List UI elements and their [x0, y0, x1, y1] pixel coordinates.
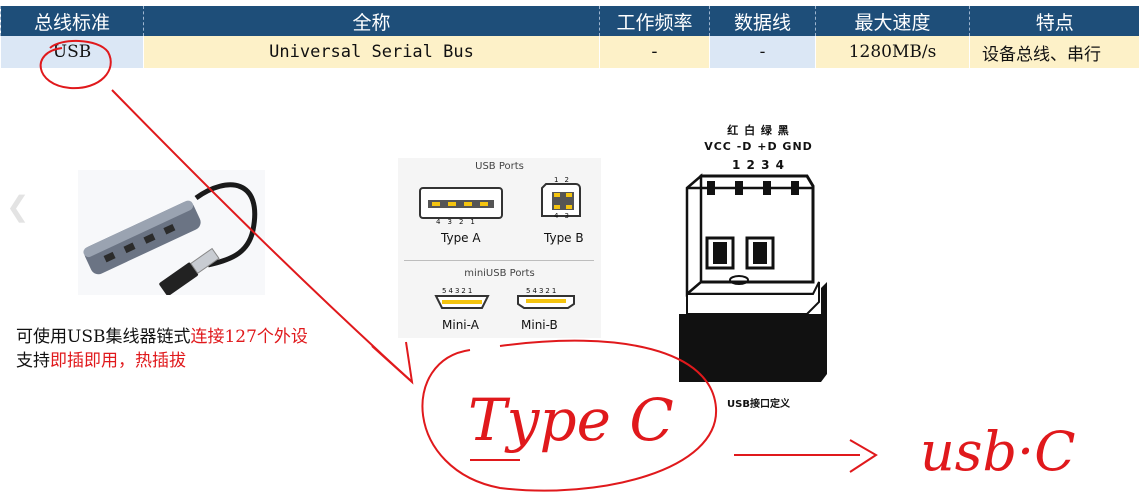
bus-standard-table: 总线标准 全称 工作频率 数据线 最大速度 特点 USB Universal S…	[0, 6, 1139, 68]
note-line-2-highlight: 即插即用，热插拔	[50, 351, 186, 371]
note-line-1: 可使用USB集线器链式连接127个外设	[16, 322, 308, 347]
mini-usb-ports-title: miniUSB Ports	[464, 268, 535, 279]
cell-full-name: Universal Serial Bus	[143, 36, 600, 68]
note-line-1-text: 可使用USB集线器链式	[16, 327, 191, 347]
mini-a-pin: 1	[467, 287, 475, 295]
type-a-pin: 1	[470, 218, 482, 226]
cell-frequency: -	[599, 36, 710, 68]
previous-slide-icon[interactable]: ❮	[6, 190, 29, 223]
type-a-pin: 2	[458, 218, 471, 226]
usb-ports-figure: USB Ports 4321 12 43 Type A Type B miniU…	[398, 158, 601, 338]
header-full-name: 全称	[143, 6, 600, 36]
usb-interface-caption: USB接口定义	[727, 399, 790, 410]
right-arrow-head	[849, 439, 878, 473]
type-b-pin: 4	[554, 212, 565, 220]
cell-standard: USB	[0, 36, 144, 68]
type-b-pin: 3	[564, 212, 575, 220]
pointer-arrow-head	[371, 341, 414, 385]
table-header-row: 总线标准 全称 工作频率 数据线 最大速度 特点	[0, 6, 1139, 36]
note-line-1-highlight: 连接127个外设	[190, 327, 308, 347]
mini-b-pin: 1	[551, 287, 559, 295]
type-b-pin: 1	[554, 176, 565, 184]
type-a-pin: 4	[436, 218, 448, 226]
usb-plug-pinout-figure: 红 白 绿 黑 VCC -D +D GND 1 2 3 4 USB接口定义	[631, 108, 886, 413]
table-row: USB Universal Serial Bus - - 1280MB/s 设备…	[0, 36, 1139, 68]
note-line-2: 支持即插即用，热插拔	[16, 346, 186, 371]
cell-max-speed: 1280MB/s	[815, 36, 970, 68]
usb-hub-image	[78, 170, 265, 296]
slide: 总线标准 全称 工作频率 数据线 最大速度 特点 USB Universal S…	[0, 0, 1139, 497]
header-max-speed: 最大速度	[815, 6, 970, 36]
type-b-label: Type B	[544, 231, 584, 245]
cell-feature: 设备总线、串行	[969, 36, 1139, 68]
header-frequency: 工作频率	[599, 6, 710, 36]
type-b-pin: 2	[564, 176, 575, 184]
ports-divider	[404, 260, 594, 261]
header-feature: 特点	[969, 6, 1139, 36]
cell-data-lines: -	[709, 36, 816, 68]
type-a-pin: 3	[447, 218, 459, 226]
mini-b-label: Mini-B	[521, 318, 558, 332]
usb-c-handwriting: usb·C	[920, 420, 1076, 483]
note-line-2-text: 支持	[16, 351, 50, 371]
type-a-label: Type A	[441, 231, 481, 245]
header-data-lines: 数据线	[709, 6, 816, 36]
mini-a-label: Mini-A	[442, 318, 479, 332]
header-standard: 总线标准	[0, 6, 144, 36]
